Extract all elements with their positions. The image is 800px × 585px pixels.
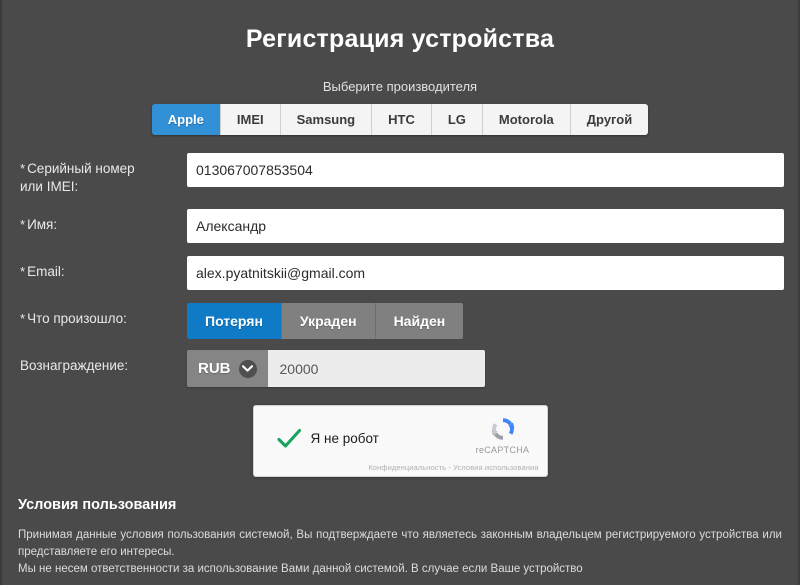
terms-paragraph-2: Мы не несем ответственности за использов… xyxy=(18,563,583,576)
reward-label: Вознаграждение: xyxy=(20,358,129,373)
terms-paragraph-1: Принимая данные условия пользования сист… xyxy=(18,529,782,559)
email-input[interactable] xyxy=(187,256,784,290)
manufacturer-tab-group: Apple IMEI Samsung HTC LG Motorola Друго… xyxy=(151,104,649,135)
name-label: * Имя: xyxy=(20,209,187,234)
registration-form: *Серийный номер или IMEI: *Имя: *Email: xyxy=(2,153,798,387)
terms-section: Условия пользования Принимая данные усло… xyxy=(2,497,798,578)
status-label: * Что произошло: xyxy=(20,303,187,328)
recaptcha-terms-text[interactable]: Конфиденциальность - Условия использован… xyxy=(368,463,538,472)
serial-row: * Серийный номер или IMEI: xyxy=(20,153,784,196)
serial-input[interactable] xyxy=(187,153,784,187)
name-required-mark: * xyxy=(20,217,26,232)
reward-input-group: RUB xyxy=(187,350,485,387)
serial-label-line2: или IMEI: xyxy=(20,179,79,194)
checkmark-icon[interactable] xyxy=(276,426,302,452)
recaptcha-brand-name: reCAPTCHA xyxy=(475,445,530,455)
manufacturer-tab-apple[interactable]: Apple xyxy=(151,104,221,135)
currency-selector[interactable]: RUB xyxy=(187,350,268,387)
manufacturer-tab-motorola[interactable]: Motorola xyxy=(482,104,571,135)
status-option-found[interactable]: Найден xyxy=(375,303,464,339)
chevron-down-icon xyxy=(238,359,257,378)
reward-row: Вознаграждение: RUB xyxy=(20,350,784,387)
captcha-row: Я не робот reCAPTCHA Конфиденциальность … xyxy=(2,405,798,477)
manufacturer-tabs: Apple IMEI Samsung HTC LG Motorola Друго… xyxy=(2,104,798,135)
name-input[interactable] xyxy=(187,209,784,243)
manufacturer-tab-imei[interactable]: IMEI xyxy=(220,104,281,135)
reward-field-wrap: RUB xyxy=(187,350,784,387)
currency-value: RUB xyxy=(198,360,231,377)
manufacturer-hint: Выберите производителя xyxy=(322,79,478,94)
manufacturer-tab-htc[interactable]: HTC xyxy=(372,104,432,135)
serial-label: * Серийный номер или IMEI: xyxy=(20,153,187,196)
status-label-text: Что произошло: xyxy=(27,311,127,326)
name-field-wrap xyxy=(187,209,784,243)
status-required-mark: * xyxy=(20,311,26,326)
manufacturer-tab-lg[interactable]: LG xyxy=(431,104,483,135)
manufacturer-tab-samsung[interactable]: Samsung xyxy=(280,104,373,135)
page-title: Регистрация устройства xyxy=(245,25,555,53)
recaptcha-logo-icon xyxy=(471,413,535,445)
status-option-lost[interactable]: Потерян xyxy=(187,303,282,339)
terms-body: Принимая данные условия пользования сист… xyxy=(18,527,782,578)
status-segmented-control: Потерян Украден Найден xyxy=(187,303,464,339)
recaptcha-widget[interactable]: Я не робот reCAPTCHA Конфиденциальность … xyxy=(252,405,548,477)
recaptcha-label: Я не робот xyxy=(310,431,379,446)
status-row: * Что произошло: Потерян Украден Найден xyxy=(20,303,784,339)
email-required-mark: * xyxy=(20,264,26,279)
email-label: * Email: xyxy=(20,256,187,281)
manufacturer-tab-other[interactable]: Другой xyxy=(570,104,649,135)
serial-required-mark: * xyxy=(20,161,26,176)
email-field-wrap xyxy=(187,256,784,290)
reward-amount-input[interactable] xyxy=(267,350,485,387)
email-label-text: Email: xyxy=(27,264,65,279)
serial-field-wrap xyxy=(187,153,784,187)
terms-title: Условия пользования xyxy=(18,497,177,513)
device-registration-page: Регистрация устройства Выберите производ… xyxy=(0,0,800,585)
name-row: * Имя: xyxy=(20,209,784,243)
recaptcha-brand: reCAPTCHA xyxy=(471,413,535,455)
serial-label-line1: Серийный номер xyxy=(27,161,135,176)
status-option-stolen[interactable]: Украден xyxy=(281,303,376,339)
name-label-text: Имя: xyxy=(27,217,58,232)
status-field-wrap: Потерян Украден Найден xyxy=(187,303,784,339)
email-row: * Email: xyxy=(20,256,784,290)
